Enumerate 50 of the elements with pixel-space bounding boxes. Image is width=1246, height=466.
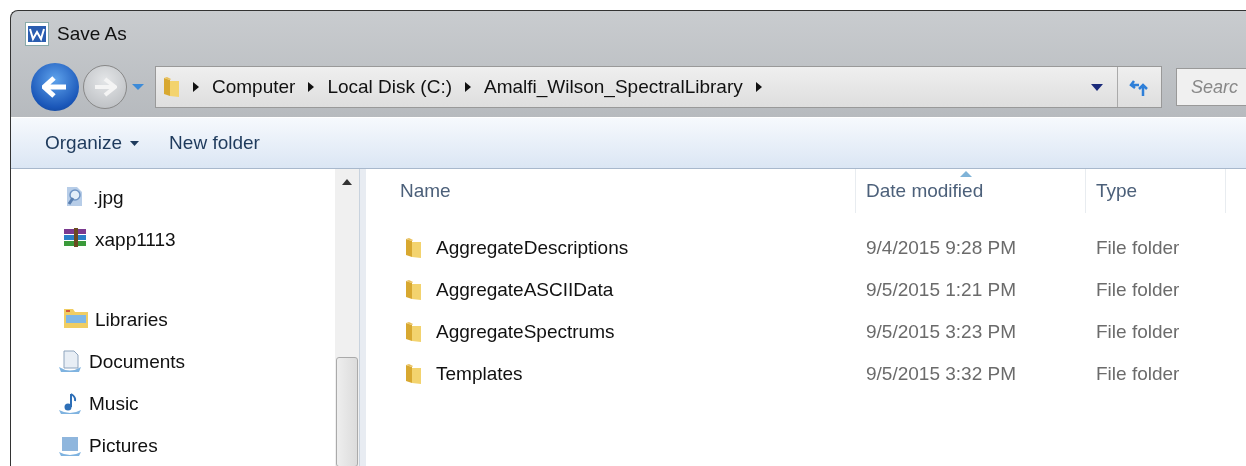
pictures-icon <box>57 434 83 458</box>
breadcrumb-arrow-icon[interactable] <box>464 81 472 94</box>
sidebar-item[interactable]: xapp1113 <box>95 229 176 251</box>
back-button[interactable] <box>31 63 79 112</box>
breadcrumb[interactable]: Computer <box>212 76 296 99</box>
date-cell-text: 9/5/2015 3:32 PM <box>865 363 1017 385</box>
file-name[interactable]: AggregateSpectrums <box>436 321 615 343</box>
breadcrumb-arrow-icon[interactable] <box>192 81 200 94</box>
new-folder-button[interactable]: New folder <box>169 128 260 159</box>
app-icon <box>25 22 49 47</box>
folder-icon <box>404 363 422 385</box>
type-cell-text: File folder <box>1095 279 1181 301</box>
address-bar[interactable]: Computer Local Disk (C:) Amalfi_Wilson_SpectralLibrary <box>155 66 1162 109</box>
archive-icon <box>63 226 89 249</box>
date-cell-text: 9/4/2015 9:28 PM <box>865 237 1017 259</box>
date-cell-text: 9/5/2015 1:21 PM <box>865 279 1017 301</box>
organize-button[interactable]: Organize <box>45 128 140 159</box>
sidebar-item[interactable]: Pictures <box>89 435 158 457</box>
document-icon <box>57 350 83 374</box>
date-cell-text: 9/5/2015 3:23 PM <box>865 321 1017 343</box>
sidebar-item[interactable]: Music <box>89 393 139 415</box>
breadcrumb[interactable]: Amalfi_Wilson_SpectralLibrary <box>484 76 743 99</box>
file-name[interactable]: AggregateASCIIData <box>436 279 614 301</box>
folder-icon <box>404 321 422 343</box>
sidebar-item[interactable]: Documents <box>89 351 186 373</box>
forward-arrow-icon <box>93 77 117 98</box>
sidebar-item[interactable]: .jpg <box>93 187 124 209</box>
column-header[interactable]: Date modified <box>856 169 1086 213</box>
caret-icon <box>130 140 140 146</box>
file-name[interactable]: AggregateDescriptions <box>436 237 629 259</box>
breadcrumb[interactable]: Local Disk (C:) <box>327 76 452 99</box>
caret-icon <box>1091 83 1103 91</box>
breadcrumb-arrow-icon[interactable] <box>307 81 316 94</box>
window-title: Save As <box>57 23 127 46</box>
folder-icon <box>404 237 422 259</box>
folder-icon <box>404 279 422 301</box>
sidebar-item[interactable]: Libraries <box>95 309 168 331</box>
column-header[interactable]: Name <box>400 169 856 213</box>
scroll-up-arrow-icon[interactable] <box>342 179 352 185</box>
column-header[interactable]: Type <box>1086 169 1226 213</box>
type-cell-text: File folder <box>1095 237 1181 259</box>
back-arrow-icon <box>42 76 68 99</box>
music-icon <box>57 392 83 416</box>
folder-icon <box>162 76 180 99</box>
scrollbar[interactable] <box>335 169 359 466</box>
search-field[interactable]: Searc <box>1176 68 1246 107</box>
type-cell-text: File folder <box>1095 321 1181 343</box>
file-name[interactable]: Templates <box>436 363 523 385</box>
breadcrumb-arrow-icon[interactable] <box>754 81 763 94</box>
type-cell-text: File folder <box>1095 363 1181 385</box>
